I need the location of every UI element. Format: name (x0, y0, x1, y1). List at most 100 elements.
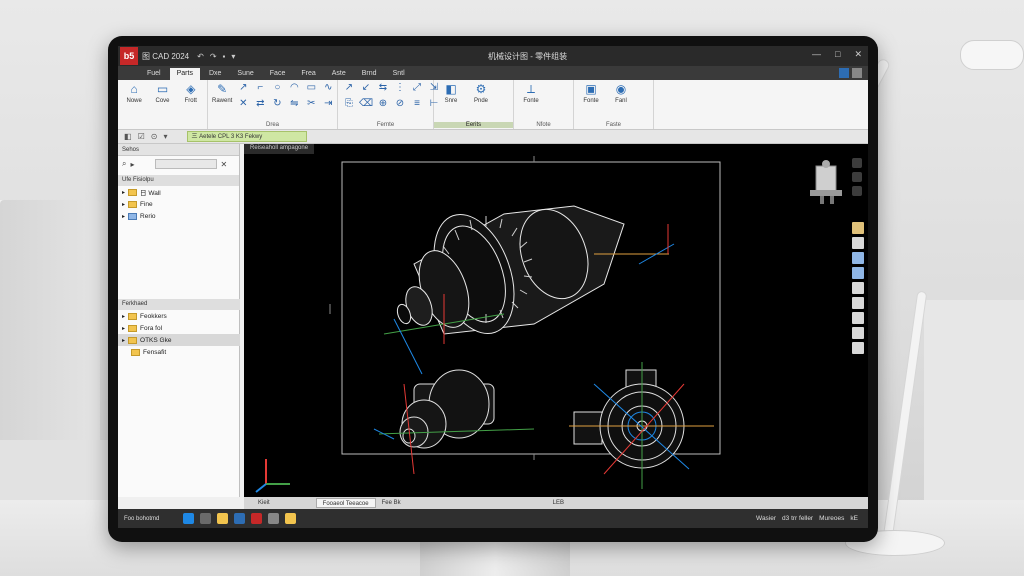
tab-sntl[interactable]: Sntl (386, 68, 412, 80)
erase-icon[interactable]: ⌫ (359, 98, 373, 112)
chamfer-icon[interactable]: ↙ (359, 82, 373, 96)
tree-item[interactable]: ▸ Fora fol (118, 322, 240, 334)
redo-icon[interactable]: ↷ (210, 52, 217, 61)
expand-icon[interactable]: ▸ (122, 189, 125, 196)
expand-icon[interactable]: ▸ (122, 201, 125, 208)
open-button[interactable]: ▭ Cove (150, 82, 174, 104)
maximize-button[interactable]: □ (835, 49, 840, 60)
circle-icon[interactable]: ○ (270, 82, 284, 96)
expand-icon[interactable]: ▸ (122, 337, 125, 344)
explorer-icon[interactable] (217, 513, 229, 524)
status-item[interactable]: Mureoes (819, 515, 844, 522)
properties-icon[interactable]: ☑ (138, 132, 145, 141)
tab-fuel[interactable]: Fuel (140, 68, 168, 80)
app-logo[interactable]: b5 (120, 47, 138, 65)
layer-icon[interactable]: ◧ (124, 132, 132, 141)
fillet-icon[interactable]: ↗ (342, 82, 356, 96)
expand-icon[interactable]: ▸ (122, 325, 125, 332)
tree-item[interactable]: ▸ Fine (118, 198, 239, 210)
start-icon[interactable] (183, 513, 195, 524)
status-item[interactable]: d3 trr feller (782, 515, 813, 522)
arc-icon[interactable]: ◠ (287, 82, 301, 96)
align-icon[interactable]: ≡ (410, 98, 424, 112)
tab-dxe[interactable]: Dxe (202, 68, 228, 80)
browser-search-input[interactable] (154, 159, 217, 169)
tree-item-selected[interactable]: ▸ OTKS Gke (118, 334, 240, 346)
tab-brnd[interactable]: Brnd (355, 68, 384, 80)
lock-icon[interactable]: ⊙ (151, 132, 158, 141)
front-button[interactable]: ◈ Frott (179, 82, 203, 104)
mirror-icon[interactable]: ⇋ (287, 98, 301, 112)
ortho-tool-icon[interactable] (852, 342, 864, 354)
status-item[interactable]: Wasier (756, 515, 776, 522)
layer-tool-icon[interactable] (852, 297, 864, 309)
trim-icon[interactable]: ✂ (304, 98, 318, 112)
join-icon[interactable]: ⊕ (376, 98, 390, 112)
box-button[interactable]: ▣ Fonte (578, 82, 604, 104)
close-button[interactable]: ✕ (854, 49, 862, 60)
help-icon[interactable] (839, 68, 849, 78)
expand-icon[interactable]: ▸ (122, 213, 125, 220)
array-icon[interactable]: ⋮ (393, 82, 407, 96)
command-input[interactable]: 三 Aetele CPL 3 K3 Fekwy (187, 131, 308, 142)
display-tool-icon[interactable] (852, 282, 864, 294)
spline-icon[interactable]: ∿ (321, 82, 335, 96)
render-tool-icon[interactable] (852, 267, 864, 279)
rectangle-icon[interactable]: ▭ (304, 82, 318, 96)
cad-app-icon[interactable] (251, 513, 263, 524)
settings-taskbar-icon[interactable] (268, 513, 280, 524)
snre-button[interactable]: ◧ Snre (438, 82, 464, 104)
fonte-button[interactable]: ⟂ Fonte (518, 82, 544, 105)
polyline-icon[interactable]: ⌐ (253, 82, 267, 96)
grid-tool-icon[interactable] (852, 312, 864, 324)
new-button[interactable]: ⌂ Nowe (122, 82, 146, 104)
tree-item[interactable]: Fensafit (118, 346, 240, 358)
snap-tool-icon[interactable] (852, 327, 864, 339)
scale-icon[interactable]: ⤢ (410, 82, 424, 96)
pan-icon[interactable] (852, 158, 862, 168)
tab-frea[interactable]: Frea (294, 68, 322, 80)
undo-icon[interactable]: ↶ (197, 52, 204, 61)
extend-icon[interactable]: ⇥ (321, 98, 335, 112)
line-icon[interactable]: ↗ (236, 82, 250, 96)
tree-item[interactable]: ▸ 日 Wall (118, 186, 239, 198)
tab-sune[interactable]: Sune (230, 68, 260, 80)
offset-icon[interactable]: ⇆ (376, 82, 390, 96)
section-tool-icon[interactable] (852, 237, 864, 249)
filter-icon[interactable]: ▸ (130, 160, 134, 169)
tree-item[interactable]: ▸ Feokkers (118, 310, 240, 322)
pnde-button[interactable]: ⚙ Pnde (468, 82, 494, 104)
status-item[interactable]: kE (850, 515, 858, 522)
tab-face[interactable]: Face (263, 68, 293, 80)
browser-icon[interactable] (234, 513, 246, 524)
sheet-tab-model[interactable]: Kieit (252, 498, 276, 508)
light-button[interactable]: ◉ Fanl (608, 82, 634, 104)
tree-item[interactable]: ▸ Rerio (118, 210, 239, 222)
sheet-tab-layout1[interactable]: Fooaeol Teeacoe (315, 498, 376, 508)
break-icon[interactable]: ⊘ (393, 98, 407, 112)
search-icon[interactable]: ⌕ (122, 159, 126, 169)
tab-aste[interactable]: Aste (325, 68, 353, 80)
canvas-tab[interactable]: Reiseaholl ampagone (244, 144, 315, 154)
zoom-icon[interactable] (852, 186, 862, 196)
move-icon[interactable]: ⇄ (253, 98, 267, 112)
drawing-canvas[interactable]: Reiseaholl ampagone (244, 144, 868, 497)
search-taskbar-icon[interactable] (200, 513, 212, 524)
minimize-button[interactable]: — (812, 49, 821, 60)
quick-access-dropdown-icon[interactable]: ▾ (231, 52, 235, 61)
view-tool-icon[interactable] (852, 252, 864, 264)
orbit-icon[interactable] (852, 172, 862, 182)
account-icon[interactable] (852, 68, 862, 78)
save-icon[interactable]: ▪ (223, 52, 226, 61)
settings-icon[interactable]: ▾ (163, 132, 167, 141)
rotate-icon[interactable]: ↻ (270, 98, 284, 112)
draw-button[interactable]: ✎ Rawent (212, 82, 232, 104)
tab-parts[interactable]: Parts (169, 68, 200, 80)
close-icon[interactable]: ✕ (221, 160, 228, 169)
sheet-tab-layout2[interactable]: Fee Bk (376, 498, 407, 508)
folder-taskbar-icon[interactable] (285, 513, 297, 524)
measure-tool-icon[interactable] (852, 222, 864, 234)
expand-icon[interactable]: ▸ (122, 313, 125, 320)
copy-icon[interactable]: ⎘ (342, 98, 356, 112)
point-icon[interactable]: ✕ (236, 98, 250, 112)
